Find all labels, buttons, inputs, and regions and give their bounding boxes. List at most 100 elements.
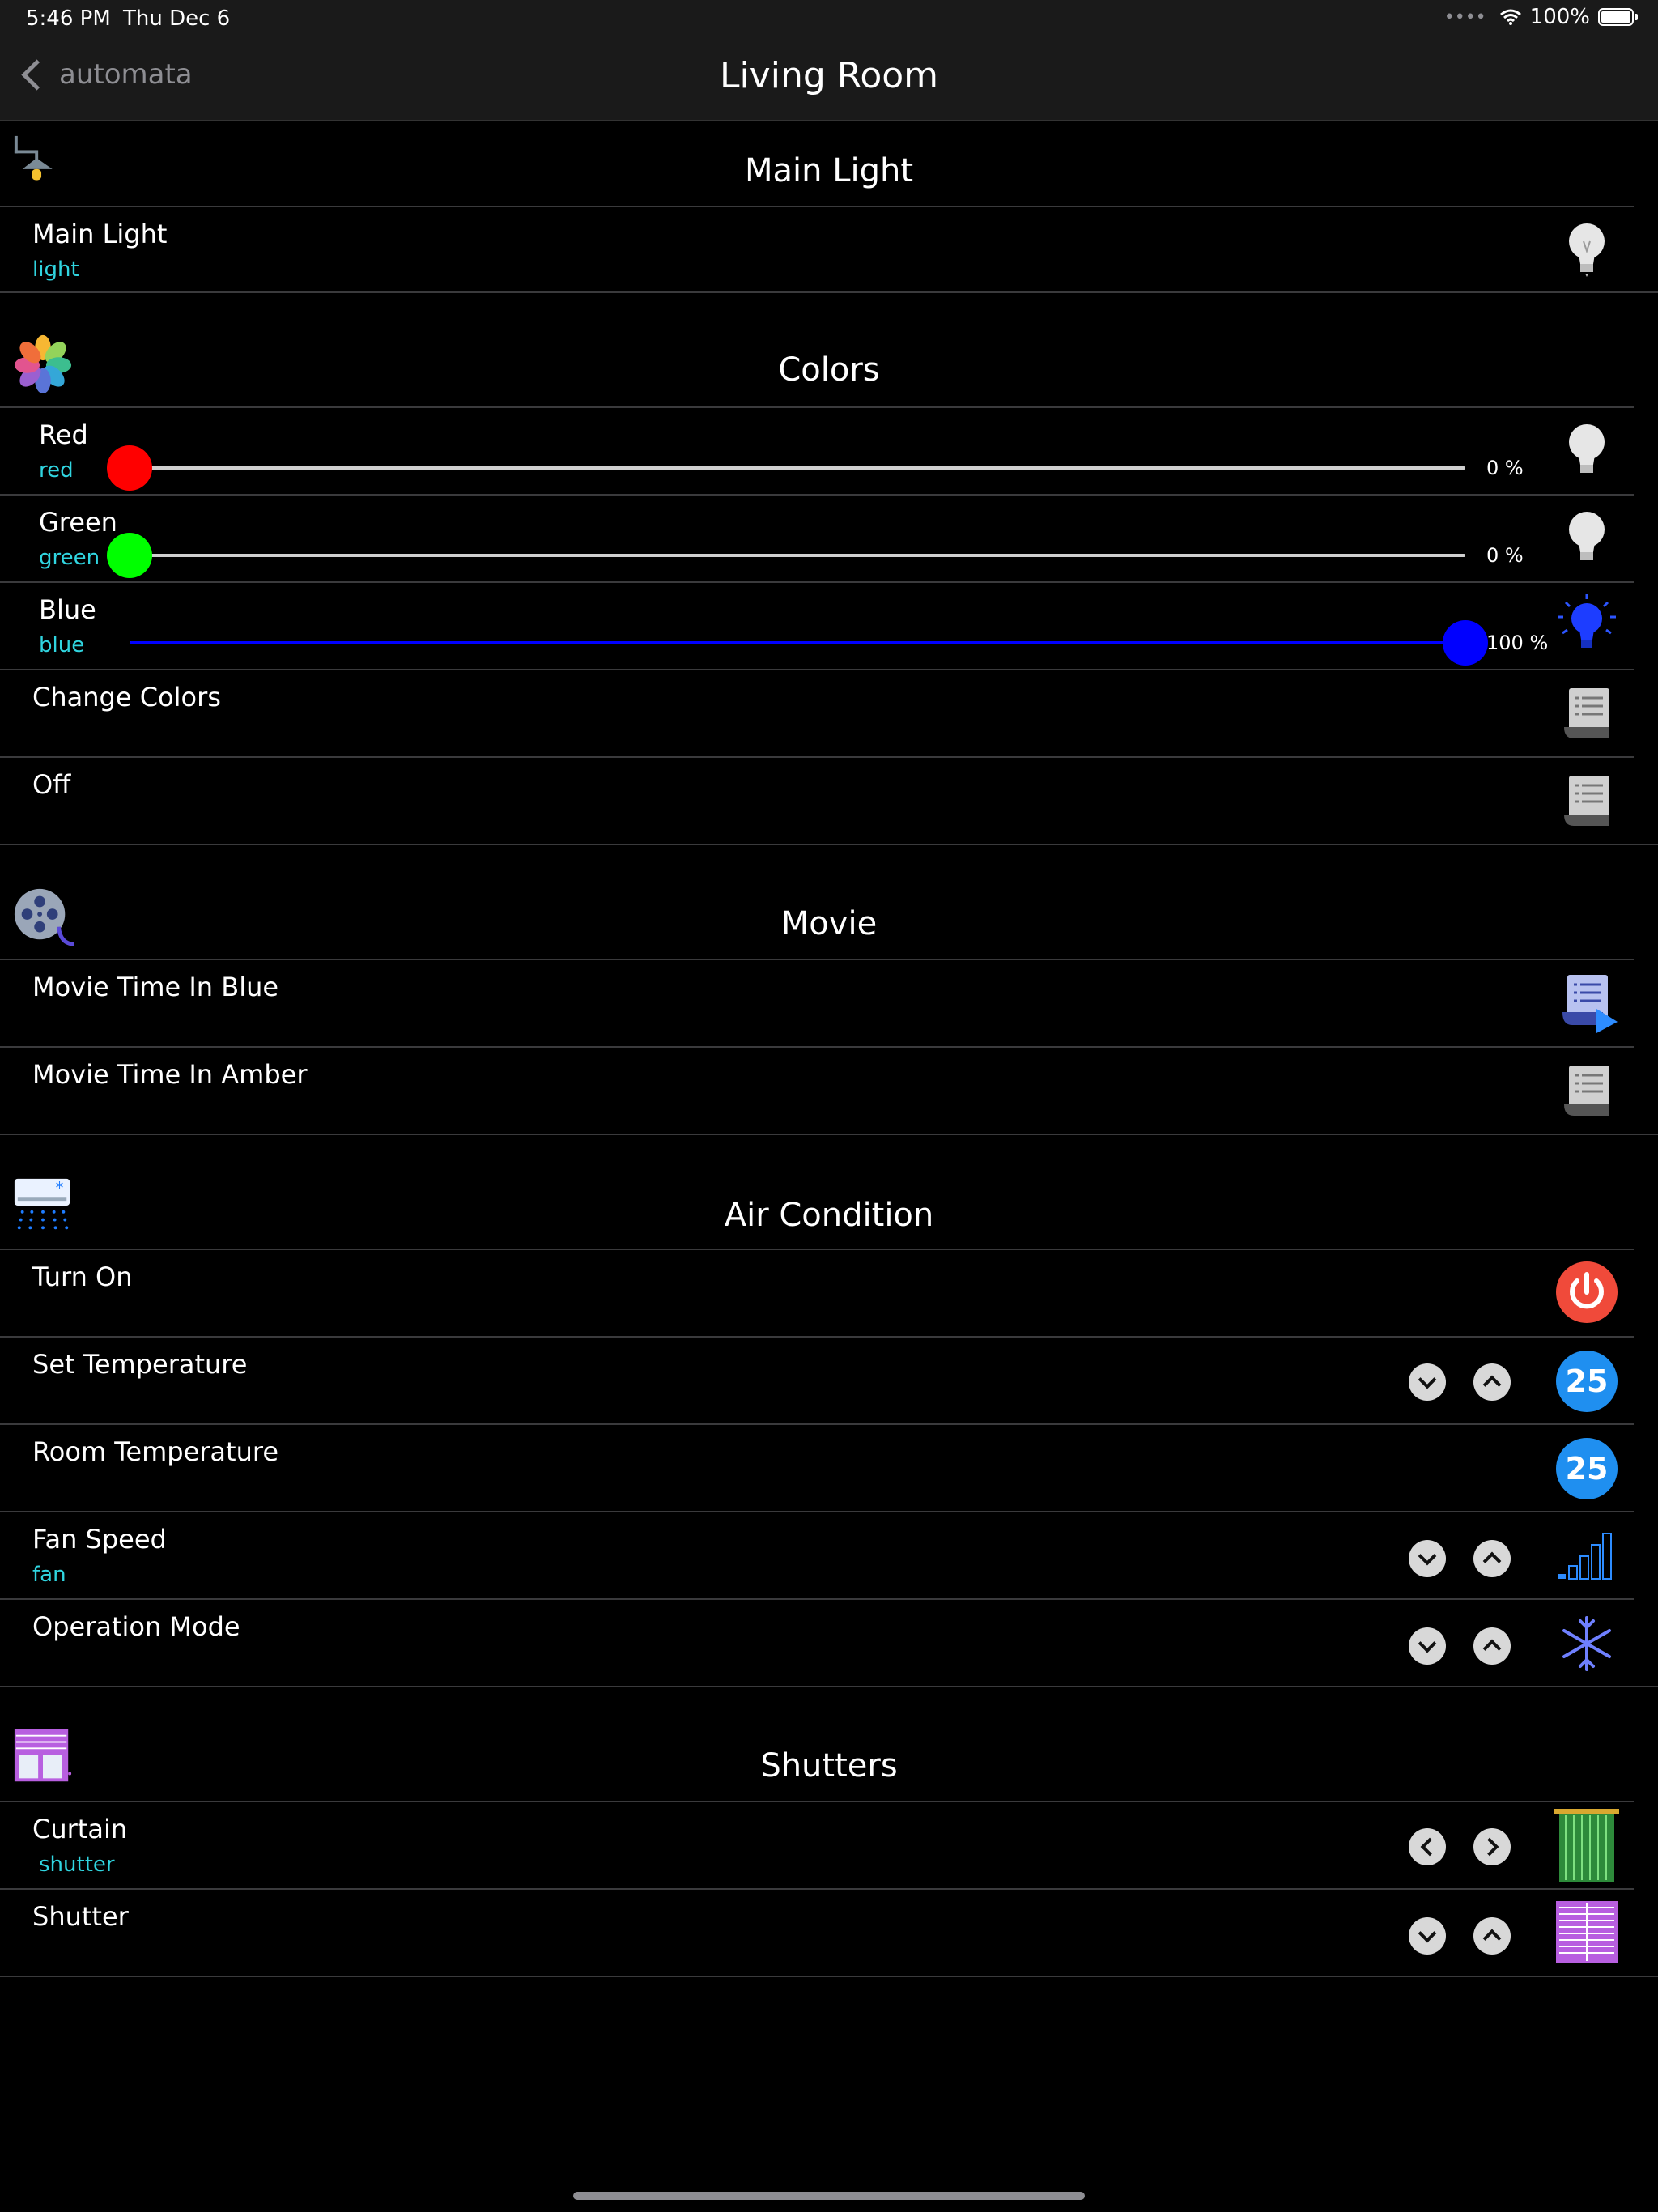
- green-slider[interactable]: [107, 531, 1465, 580]
- row-operation-mode: Operation Mode: [0, 1600, 1634, 1686]
- chevron-down-icon: [1418, 1634, 1437, 1653]
- row-main-light[interactable]: Main Light light: [0, 207, 1634, 293]
- signal-bars-icon: [1558, 1533, 1612, 1580]
- row-blue: Blue blue 100 %: [0, 583, 1634, 669]
- light-bulb-icon[interactable]: [1554, 217, 1619, 282]
- chevron-up-icon: [1482, 1639, 1502, 1658]
- chevron-down-icon: [1418, 1924, 1437, 1943]
- section-title: Main Light: [744, 152, 914, 189]
- divider: [0, 844, 1658, 845]
- row-change-colors[interactable]: Change Colors: [0, 670, 1634, 756]
- chevron-up-icon: [1482, 1375, 1502, 1394]
- row-fan-speed: Fan Speed fan: [0, 1512, 1634, 1598]
- row-label: Curtain: [32, 1814, 128, 1844]
- script-icon[interactable]: [1554, 769, 1619, 834]
- light-bulb-icon[interactable]: [1554, 418, 1619, 483]
- divider: [0, 1686, 1658, 1687]
- row-movie-blue[interactable]: Movie Time In Blue: [0, 960, 1634, 1046]
- svg-text:*: *: [56, 1178, 64, 1197]
- chevron-up-icon: [1482, 1551, 1502, 1571]
- section-title: Shutters: [760, 1747, 898, 1784]
- row-curtain: Curtain shutter: [0, 1802, 1634, 1888]
- battery-percent: 100%: [1529, 5, 1590, 29]
- page-title: Living Room: [719, 55, 939, 96]
- slider-thumb[interactable]: [107, 445, 152, 491]
- row-label: Off: [32, 769, 71, 800]
- increase-button[interactable]: [1473, 1363, 1511, 1401]
- open-right-button[interactable]: [1473, 1828, 1511, 1865]
- decrease-button[interactable]: [1409, 1627, 1446, 1665]
- section-title: Air Condition: [724, 1197, 934, 1234]
- row-label: Shutter: [32, 1901, 129, 1932]
- divider: [0, 291, 1658, 293]
- increase-button[interactable]: [1473, 1627, 1511, 1665]
- increase-button[interactable]: [1473, 1540, 1511, 1577]
- status-date: Thu Dec 6: [123, 6, 231, 31]
- row-label: Movie Time In Amber: [32, 1059, 308, 1090]
- row-off[interactable]: Off: [0, 758, 1634, 844]
- battery-icon: [1598, 8, 1638, 26]
- row-turn-on[interactable]: Turn On: [0, 1250, 1634, 1336]
- slider-thumb[interactable]: [107, 533, 152, 578]
- row-label: Blue: [39, 594, 96, 625]
- chevron-down-icon: [1418, 1370, 1437, 1389]
- decrease-button[interactable]: [1409, 1363, 1446, 1401]
- chevron-up-icon: [1482, 1929, 1502, 1948]
- row-shutter: Shutter: [0, 1890, 1634, 1976]
- room-temperature-badge: 25: [1556, 1438, 1618, 1499]
- shutter-icon[interactable]: [1554, 1899, 1619, 1964]
- section-title: Colors: [778, 351, 880, 389]
- row-label: Movie Time In Blue: [32, 972, 279, 1002]
- row-sublabel: shutter: [39, 1853, 115, 1877]
- status-right: •••• 100%: [1443, 5, 1638, 29]
- snowflake-icon: [1562, 1616, 1611, 1671]
- status-bar: 5:46 PM Thu Dec 6 •••• 100%: [0, 0, 1658, 37]
- divider: [0, 1976, 1658, 1977]
- section-title: Movie: [780, 905, 878, 942]
- row-sublabel: fan: [32, 1563, 66, 1587]
- chevron-left-icon: [1420, 1837, 1439, 1857]
- row-sublabel: blue: [39, 633, 85, 657]
- slider-percent: 0 %: [1486, 544, 1524, 567]
- script-icon[interactable]: [1554, 1059, 1619, 1124]
- row-label: Turn On: [32, 1261, 133, 1292]
- light-bulb-icon[interactable]: [1554, 505, 1619, 570]
- set-temperature-badge: 25: [1556, 1351, 1618, 1412]
- row-label: Main Light: [32, 219, 168, 249]
- row-red: Red red 0 %: [0, 408, 1634, 494]
- row-label: Green: [39, 507, 117, 538]
- row-label: Change Colors: [32, 682, 221, 713]
- decrease-button[interactable]: [1409, 1917, 1446, 1955]
- slider-percent: 0 %: [1486, 457, 1524, 479]
- decrease-button[interactable]: [1409, 1540, 1446, 1577]
- row-label: Room Temperature: [32, 1436, 278, 1467]
- wifi-icon: [1499, 9, 1521, 25]
- row-set-temperature: Set Temperature 25: [0, 1338, 1634, 1423]
- row-sublabel: green: [39, 546, 100, 570]
- row-sublabel: red: [39, 458, 74, 483]
- signal-dots-icon: ••••: [1443, 6, 1486, 28]
- home-indicator[interactable]: [573, 2192, 1085, 2200]
- row-movie-amber[interactable]: Movie Time In Amber: [0, 1048, 1634, 1134]
- script-icon[interactable]: [1554, 682, 1619, 747]
- blue-slider[interactable]: [130, 619, 1488, 667]
- row-room-temperature: Room Temperature 25: [0, 1425, 1634, 1511]
- script-play-icon[interactable]: [1554, 970, 1619, 1035]
- slider-percent: 100 %: [1486, 632, 1549, 654]
- light-bulb-on-icon[interactable]: [1554, 593, 1619, 657]
- slider-thumb[interactable]: [1443, 620, 1488, 666]
- row-label: Set Temperature: [32, 1349, 248, 1380]
- divider: [0, 1134, 1658, 1135]
- power-icon[interactable]: [1554, 1260, 1619, 1325]
- navigation-bar: automata Living Room: [0, 37, 1658, 121]
- close-left-button[interactable]: [1409, 1828, 1446, 1865]
- status-time: 5:46 PM: [26, 6, 111, 31]
- row-label: Fan Speed: [32, 1524, 167, 1555]
- row-green: Green green 0 %: [0, 496, 1634, 581]
- row-label: Operation Mode: [32, 1611, 240, 1642]
- chevron-right-icon: [1480, 1837, 1499, 1857]
- chevron-down-icon: [1418, 1546, 1437, 1566]
- increase-button[interactable]: [1473, 1917, 1511, 1955]
- curtain-icon[interactable]: [1554, 1806, 1619, 1883]
- red-slider[interactable]: [107, 444, 1465, 492]
